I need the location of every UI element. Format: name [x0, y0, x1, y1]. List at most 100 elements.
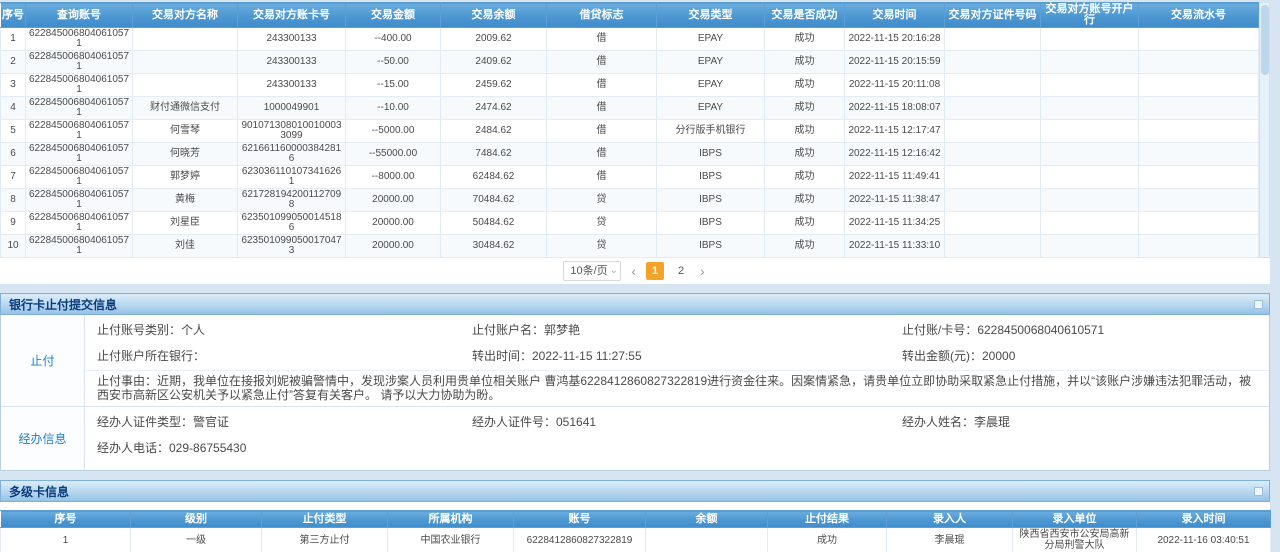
cell: 6216611600003842816	[238, 143, 346, 166]
cell: EPAY	[657, 74, 765, 97]
cell: 2022-11-15 11:49:41	[845, 166, 945, 189]
table-row[interactable]: 1一级第三方止付中国农业银行6228412860827322819成功李晨琨陕西…	[1, 528, 1271, 552]
table-row[interactable]: 76228450068040610571郭梦婷62303611010734162…	[1, 166, 1259, 189]
column-header: 止付类型	[262, 511, 388, 528]
table-row[interactable]: 96228450068040610571刘星臣62350109905001451…	[1, 212, 1259, 235]
cell: 2409.62	[441, 51, 547, 74]
cell: 借	[547, 51, 657, 74]
cell	[1139, 143, 1259, 166]
cell: 6228450068040610571	[26, 74, 133, 97]
stop-payment-reason: 止付事由：近期，我单位在接报刘妮被骗警情中，发现涉案人员利用贵单位相关账户 曹鸿…	[85, 370, 1269, 406]
column-header: 录入单位	[1013, 511, 1137, 528]
scrollbar-thumb[interactable]	[1261, 5, 1269, 75]
transactions-panel: 序号查询账号交易对方名称交易对方账卡号交易金额交易余额借贷标志交易类型交易是否成…	[0, 2, 1270, 284]
table-row[interactable]: 56228450068040610571何雪琴90107130801001000…	[1, 120, 1259, 143]
cell: 郭梦婷	[133, 166, 238, 189]
cell: 成功	[765, 51, 845, 74]
cell: 1000049901	[238, 97, 346, 120]
prev-page-button[interactable]: ‹	[629, 264, 638, 278]
stop-payment-content: 止付账号类别：个人 止付账户名：郭梦艳 止付账/卡号：6228450068040…	[85, 315, 1269, 406]
column-header: 交易对方账号开户行	[1041, 3, 1139, 28]
table-row[interactable]: 16228450068040610571243300133--400.00200…	[1, 28, 1259, 51]
cell: 2022-11-15 20:16:28	[845, 28, 945, 51]
cell	[1139, 166, 1259, 189]
column-header: 交易余额	[441, 3, 547, 28]
collapse-icon[interactable]	[1254, 300, 1263, 309]
cell: 2022-11-15 11:34:25	[845, 212, 945, 235]
cell: 李晨琨	[887, 528, 1013, 552]
cell: 62484.62	[441, 166, 547, 189]
next-page-button[interactable]: ›	[698, 264, 707, 278]
cell	[1041, 212, 1139, 235]
field-agent-phone: 经办人电话：029-86755430	[97, 441, 472, 456]
cell: 6228450068040610571	[26, 212, 133, 235]
cell	[1041, 189, 1139, 212]
column-header: 交易类型	[657, 3, 765, 28]
cell: 成功	[765, 143, 845, 166]
collapse-icon[interactable]	[1254, 487, 1263, 496]
cell: 一级	[131, 528, 262, 552]
column-header: 交易对方名称	[133, 3, 238, 28]
cell	[646, 528, 768, 552]
field-transfer-amount: 转出金额(元)：20000	[902, 349, 1261, 364]
cell: 借	[547, 28, 657, 51]
cell: 2022-11-15 11:33:10	[845, 235, 945, 258]
field-transfer-time: 转出时间：2022-11-15 11:27:55	[472, 349, 902, 364]
cell: 6228450068040610571	[26, 97, 133, 120]
page-2-button[interactable]: 2	[672, 262, 690, 280]
cell: --10.00	[346, 97, 441, 120]
page-size-select[interactable]: 10条/页 ⌄	[563, 261, 621, 281]
cell	[945, 74, 1041, 97]
pagination: 10条/页 ⌄ ‹ 1 2 ›	[0, 258, 1270, 284]
cell: 2474.62	[441, 97, 547, 120]
cell	[945, 143, 1041, 166]
cell: 20000.00	[346, 212, 441, 235]
field-account-name: 止付账户名：郭梦艳	[472, 323, 902, 338]
table-row[interactable]: 26228450068040610571243300133--50.002409…	[1, 51, 1259, 74]
field-agent-id-number: 经办人证件号：051641	[472, 415, 902, 430]
table-row[interactable]: 86228450068040610571黄梅621728194200112709…	[1, 189, 1259, 212]
cell: 刘佳	[133, 235, 238, 258]
table-row[interactable]: 46228450068040610571财付通微信支付1000049901--1…	[1, 97, 1259, 120]
cell: 2022-11-15 12:17:47	[845, 120, 945, 143]
cell: 70484.62	[441, 189, 547, 212]
cell: 6228412860827322819	[514, 528, 646, 552]
cell: 2022-11-15 20:15:59	[845, 51, 945, 74]
cell	[133, 51, 238, 74]
section-title: 银行卡止付提交信息	[9, 296, 117, 313]
column-header: 交易流水号	[1139, 3, 1259, 28]
table-row[interactable]: 106228450068040610571刘佳62350109905001704…	[1, 235, 1259, 258]
cell: 4	[1, 97, 26, 120]
table-row[interactable]: 36228450068040610571243300133--15.002459…	[1, 74, 1259, 97]
page-1-button[interactable]: 1	[646, 262, 664, 280]
cell: 2022-11-16 03:40:51	[1137, 528, 1271, 552]
cell	[945, 120, 1041, 143]
cell: 1	[1, 28, 26, 51]
column-header: 交易是否成功	[765, 3, 845, 28]
column-header: 录入人	[887, 511, 1013, 528]
cell: 6228450068040610571	[26, 28, 133, 51]
cell: 243300133	[238, 51, 346, 74]
column-header: 借贷标志	[547, 3, 657, 28]
cell: 陕西省西安市公安局高新分局刑警大队	[1013, 528, 1137, 552]
cell: 成功	[765, 120, 845, 143]
page: 序号查询账号交易对方名称交易对方账卡号交易金额交易余额借贷标志交易类型交易是否成…	[0, 0, 1280, 552]
table-row[interactable]: 66228450068040610571何晓芳62166116000038428…	[1, 143, 1259, 166]
agent-info-content: 经办人证件类型：警官证 经办人证件号：051641 经办人姓名：李晨琨 经办人电…	[85, 407, 1269, 470]
cell: 6217281942001127098	[238, 189, 346, 212]
column-header: 交易对方证件号码	[945, 3, 1041, 28]
column-header: 交易对方账卡号	[238, 3, 346, 28]
agent-info-group: 经办信息 经办人证件类型：警官证 经办人证件号：051641 经办人姓名：李晨琨…	[1, 406, 1269, 470]
cell: 9010713080100100033099	[238, 120, 346, 143]
cell: 借	[547, 74, 657, 97]
transactions-table-wrap: 序号查询账号交易对方名称交易对方账卡号交易金额交易余额借贷标志交易类型交易是否成…	[0, 2, 1270, 258]
vertical-scrollbar[interactable]	[1259, 2, 1270, 258]
cell: 成功	[765, 97, 845, 120]
chevron-down-icon: ⌄	[610, 266, 618, 276]
stop-payment-group: 止付 止付账号类别：个人 止付账户名：郭梦艳 止付账/卡号：6228450068…	[1, 315, 1269, 406]
cell	[1139, 28, 1259, 51]
cell: 贷	[547, 189, 657, 212]
cell	[945, 212, 1041, 235]
cell: 分行版手机银行	[657, 120, 765, 143]
cell	[1041, 120, 1139, 143]
